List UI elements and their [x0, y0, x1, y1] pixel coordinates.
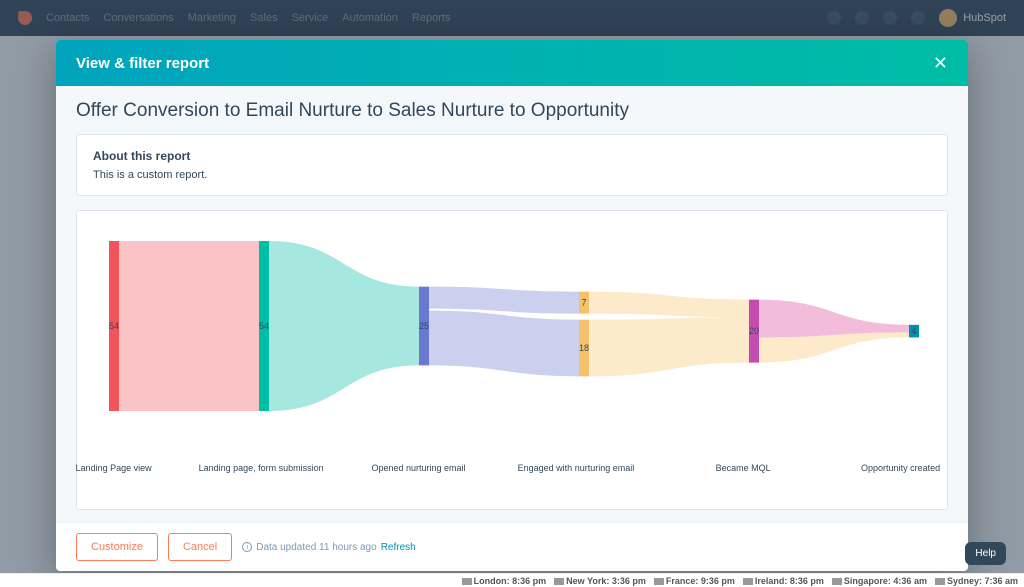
modal-header-title: View & filter report — [76, 55, 933, 72]
stage-label: Landing Page view — [76, 463, 152, 473]
clock-london: London: 8:36 pm — [462, 576, 547, 586]
about-heading: About this report — [93, 149, 931, 163]
svg-text:54: 54 — [259, 321, 269, 331]
modal-body: Offer Conversion to Email Nurture to Sal… — [56, 86, 968, 522]
stage-label: Engaged with nurturing email — [518, 463, 635, 473]
help-fab[interactable]: Help — [965, 542, 1006, 565]
clock-france: France: 9:36 pm — [654, 576, 735, 586]
cancel-button[interactable]: Cancel — [168, 533, 232, 561]
stage-label: Landing page, form submission — [199, 463, 324, 473]
clock-singapore: Singapore: 4:36 am — [832, 576, 927, 586]
close-icon[interactable]: ✕ — [933, 54, 948, 72]
stage-label: Opportunity created — [861, 463, 940, 473]
clock-ireland: Ireland: 8:36 pm — [743, 576, 824, 586]
info-icon: i — [242, 542, 252, 552]
updated-text: Data updated 11 hours ago — [256, 542, 376, 553]
modal-header: View & filter report ✕ — [56, 40, 968, 86]
sankey-chart: 54 54 25 7 18 20 4 Landing Page view Landing pa… — [76, 210, 948, 510]
svg-text:4: 4 — [911, 326, 916, 336]
svg-text:20: 20 — [749, 326, 759, 336]
sankey-svg: 54 54 25 7 18 20 4 — [89, 231, 949, 421]
data-updated: i Data updated 11 hours ago Refresh — [242, 542, 415, 553]
svg-text:18: 18 — [579, 343, 589, 353]
svg-text:54: 54 — [109, 321, 119, 331]
refresh-link[interactable]: Refresh — [381, 542, 416, 553]
report-modal: View & filter report ✕ Offer Conversion … — [56, 40, 968, 571]
about-text: This is a custom report. — [93, 169, 931, 181]
svg-text:7: 7 — [581, 298, 586, 308]
about-card: About this report This is a custom repor… — [76, 134, 948, 196]
stage-label: Became MQL — [716, 463, 771, 473]
stage-label: Opened nurturing email — [372, 463, 466, 473]
report-title: Offer Conversion to Email Nurture to Sal… — [76, 100, 948, 122]
modal-backdrop: View & filter report ✕ Offer Conversion … — [0, 0, 1024, 587]
modal-footer: Customize Cancel i Data updated 11 hours… — [56, 522, 968, 571]
clock-newyork: New York: 3:36 pm — [554, 576, 646, 586]
world-clock-bar: London: 8:36 pm New York: 3:36 pm France… — [0, 573, 1024, 587]
clock-sydney: Sydney: 7:36 am — [935, 576, 1018, 586]
customize-button[interactable]: Customize — [76, 533, 158, 561]
svg-text:25: 25 — [419, 321, 429, 331]
